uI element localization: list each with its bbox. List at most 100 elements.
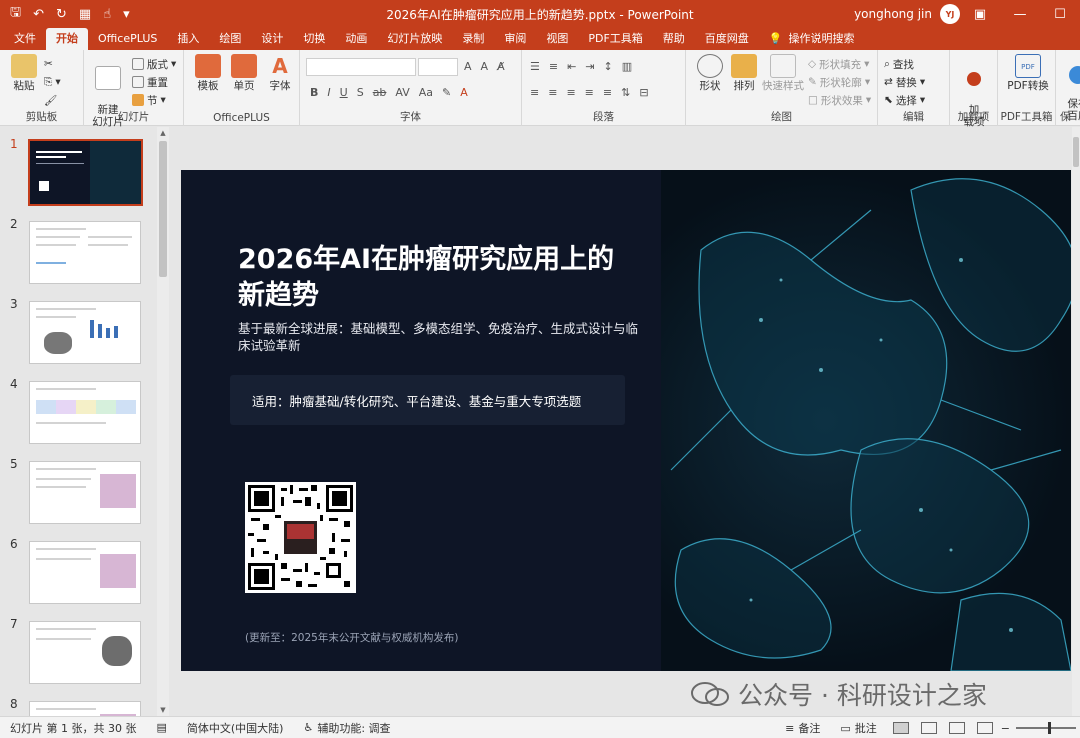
minimize-icon[interactable]: — xyxy=(1000,0,1040,28)
tab-insert[interactable]: 插入 xyxy=(167,28,209,50)
tab-review[interactable]: 审阅 xyxy=(494,28,536,50)
grow-font-icon[interactable]: A xyxy=(464,60,472,73)
line-spacing-icon[interactable]: ↕ xyxy=(604,60,613,73)
reset-button[interactable]: 重置 xyxy=(132,74,168,90)
align-text-icon[interactable]: ⊟ xyxy=(639,86,648,99)
slide-title[interactable]: 2026年AI在肿瘤研究应用上的新趋势 xyxy=(238,242,638,314)
accessibility-status[interactable]: ♿ 辅助功能: 调查 xyxy=(293,720,400,736)
select-button[interactable]: ⬉ 选择 ▾ xyxy=(884,92,925,108)
copy-button[interactable]: ⎘ ▾ xyxy=(44,74,61,90)
tab-file[interactable]: 文件 xyxy=(4,28,46,50)
slide-counter[interactable]: 幻灯片 第 1 张，共 30 张 xyxy=(0,720,146,736)
update-note[interactable]: (更新至：2025年末公开文献与权威机构发布) xyxy=(245,630,458,645)
quick-styles-button[interactable]: 快速样式 xyxy=(760,54,806,92)
section-button[interactable]: 节 ▾ xyxy=(132,92,166,108)
tab-officeplus[interactable]: OfficePLUS xyxy=(88,28,167,50)
paste-button[interactable]: 粘贴 xyxy=(4,54,44,92)
layout-button[interactable]: 版式 ▾ xyxy=(132,56,176,72)
slide-thumbnail-6[interactable] xyxy=(29,541,141,604)
avatar[interactable]: YJ xyxy=(940,4,960,24)
scroll-up-icon[interactable]: ▲ xyxy=(157,127,169,139)
highlight-icon[interactable]: ✎ xyxy=(442,86,451,99)
single-page-button[interactable]: 单页 xyxy=(224,54,264,92)
tab-help[interactable]: 帮助 xyxy=(653,28,695,50)
distribute-icon[interactable]: ≡ xyxy=(603,86,612,99)
slide-thumbnail-3[interactable] xyxy=(29,301,141,364)
zoom-slider[interactable] xyxy=(1016,722,1076,734)
columns-icon[interactable]: ▥ xyxy=(622,60,632,73)
normal-view-icon[interactable] xyxy=(892,722,909,734)
align-right-icon[interactable]: ≡ xyxy=(566,86,575,99)
format-painter-button[interactable]: 🖌 xyxy=(44,92,57,108)
strikethrough-icon[interactable]: ab xyxy=(373,86,387,99)
spellcheck-icon[interactable]: ▤ xyxy=(146,721,176,734)
zoom-out-icon[interactable]: − xyxy=(999,722,1012,735)
find-button[interactable]: ⌕ 查找 xyxy=(884,56,914,72)
undo-icon[interactable]: ↶ xyxy=(33,7,44,22)
bold-icon[interactable]: B xyxy=(310,86,318,99)
italic-icon[interactable]: I xyxy=(327,86,330,99)
shape-fill-button[interactable]: ◇ 形状填充 ▾ xyxy=(808,56,869,72)
shrink-font-icon[interactable]: A xyxy=(481,60,489,73)
clear-format-icon[interactable]: A̸ xyxy=(497,60,505,73)
arrange-button[interactable]: 排列 xyxy=(724,54,764,92)
change-case-icon[interactable]: Aa xyxy=(419,86,433,99)
slide-thumbnail-5[interactable] xyxy=(29,461,141,524)
font-name-input[interactable] xyxy=(306,58,416,76)
slide-scrollbar[interactable] xyxy=(1072,127,1080,716)
tab-baidu-netdisk[interactable]: 百度网盘 xyxy=(695,28,759,50)
font-color-icon[interactable]: A xyxy=(460,86,468,99)
comments-button[interactable]: ▭ 批注 xyxy=(830,720,886,736)
customize-qat-icon[interactable]: ▾ xyxy=(123,7,130,22)
scrollbar-thumb[interactable] xyxy=(1073,137,1079,167)
slide-thumbnail-2[interactable] xyxy=(29,221,141,284)
tab-animations[interactable]: 动画 xyxy=(335,28,377,50)
tab-slideshow[interactable]: 幻灯片放映 xyxy=(377,28,452,50)
ribbon-display-icon[interactable]: ▣ xyxy=(960,0,1000,28)
touch-mode-icon[interactable]: ☝ xyxy=(103,7,111,22)
align-center-icon[interactable]: ≡ xyxy=(548,86,557,99)
shape-effects-button[interactable]: □ 形状效果 ▾ xyxy=(808,92,871,108)
tab-home[interactable]: 开始 xyxy=(46,28,88,50)
shape-outline-button[interactable]: ✎ 形状轮廓 ▾ xyxy=(808,74,870,90)
scrollbar-thumb[interactable] xyxy=(159,141,167,277)
slide-sorter-icon[interactable] xyxy=(920,722,937,734)
maximize-icon[interactable]: ☐ xyxy=(1040,0,1080,28)
zoom-slider-knob[interactable] xyxy=(1048,722,1051,734)
slide-thumbnail-4[interactable] xyxy=(29,381,141,444)
spacing-icon[interactable]: AV xyxy=(395,86,409,99)
slide-thumbnail-7[interactable] xyxy=(29,621,141,684)
redo-icon[interactable]: ↻ xyxy=(56,7,67,22)
template-button[interactable]: 模板 xyxy=(188,54,228,92)
underline-icon[interactable]: U xyxy=(340,86,348,99)
justify-icon[interactable]: ≡ xyxy=(585,86,594,99)
tab-transitions[interactable]: 切换 xyxy=(293,28,335,50)
align-left-icon[interactable]: ≡ xyxy=(530,86,539,99)
font-size-input[interactable] xyxy=(418,58,458,76)
slide-subtitle[interactable]: 基于最新全球进展：基础模型、多模态组学、免疫治疗、生成式设计与临床试验革新 xyxy=(238,320,638,354)
increase-indent-icon[interactable]: ⇥ xyxy=(585,60,594,73)
scroll-down-icon[interactable]: ▼ xyxy=(157,704,169,716)
cut-button[interactable]: ✂ xyxy=(44,56,53,72)
slide-thumbnail-1[interactable] xyxy=(28,139,143,206)
qr-code[interactable] xyxy=(245,482,356,593)
tab-record[interactable]: 录制 xyxy=(452,28,494,50)
numbering-icon[interactable]: ≡ xyxy=(549,60,558,73)
tell-me-search[interactable]: 💡 操作说明搜索 xyxy=(759,28,865,50)
user-account[interactable]: yonghong jin YJ xyxy=(854,0,960,28)
audience-box[interactable]: 适用：肿瘤基础/转化研究、平台建设、基金与重大专项选题 xyxy=(230,375,625,425)
text-direction-icon[interactable]: ⇅ xyxy=(621,86,630,99)
tab-view[interactable]: 视图 xyxy=(536,28,578,50)
font-plus-button[interactable]: A 字体 xyxy=(260,54,300,92)
slide-canvas[interactable]: 2026年AI在肿瘤研究应用上的新趋势 基于最新全球进展：基础模型、多模态组学、… xyxy=(181,170,1071,671)
language-indicator[interactable]: 简体中文(中国大陆) xyxy=(177,720,294,736)
tab-pdf-toolbox[interactable]: PDF工具箱 xyxy=(578,28,652,50)
slide-thumbnail-8[interactable] xyxy=(29,701,141,716)
pdf-convert-button[interactable]: PDF PDF转换 xyxy=(1002,54,1054,92)
tab-draw[interactable]: 绘图 xyxy=(209,28,251,50)
reading-view-icon[interactable] xyxy=(948,722,965,734)
present-icon[interactable]: ▦ xyxy=(79,7,91,22)
tab-design[interactable]: 设计 xyxy=(251,28,293,50)
shadow-icon[interactable]: S xyxy=(357,86,364,99)
save-icon[interactable]: 🖫 xyxy=(10,3,21,25)
